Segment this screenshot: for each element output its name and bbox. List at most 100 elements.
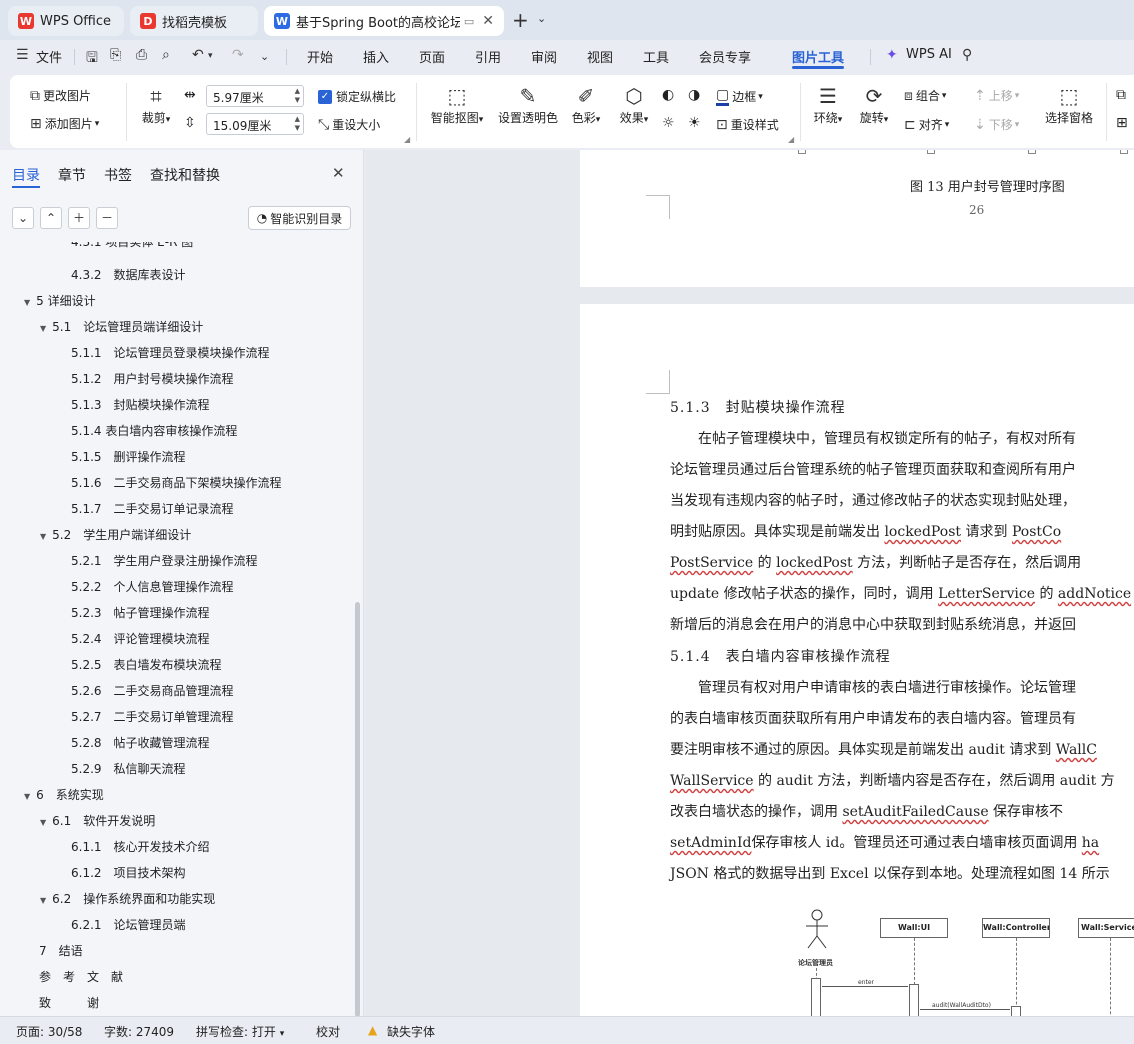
- toc-item[interactable]: 7 结语: [39, 942, 83, 959]
- align-button[interactable]: ⊏ 对齐 ▾: [904, 116, 949, 133]
- toc-item[interactable]: ▼ 5 详细设计: [24, 292, 96, 309]
- export-icon[interactable]: ⎘: [110, 47, 121, 63]
- crop-button[interactable]: ⌗ 裁剪▾: [136, 83, 176, 126]
- menu-review[interactable]: 审阅: [531, 47, 557, 66]
- pane-scrollbar[interactable]: [355, 602, 360, 1017]
- expand-down-button[interactable]: ⌄: [12, 207, 34, 229]
- toc-item-clipped[interactable]: 4.3.1 项目实体 E-R 图: [71, 242, 193, 250]
- status-page[interactable]: 页面: 30/58: [16, 1023, 82, 1040]
- undo-icon[interactable]: ↶: [192, 47, 204, 63]
- hamburger-icon[interactable]: ☰: [16, 47, 29, 63]
- selection-pane-button[interactable]: ⬚ 选择窗格: [1042, 83, 1096, 126]
- reset-style-button[interactable]: ⊡ 重设样式: [716, 116, 779, 133]
- menu-insert[interactable]: 插入: [363, 47, 389, 66]
- toc-item[interactable]: 5.1.1 论坛管理员登录模块操作流程: [71, 344, 270, 361]
- menu-file[interactable]: 文件: [36, 47, 62, 66]
- menu-references[interactable]: 引用: [475, 47, 501, 66]
- add-level-button[interactable]: ＋: [68, 207, 90, 229]
- toc-item[interactable]: 5.1.4 表白墙内容审核操作流程: [71, 422, 237, 439]
- add-picture-button[interactable]: ⊞ 添加图片 ▾: [30, 115, 99, 132]
- toc-item[interactable]: 4.3.2 数据库表设计: [71, 266, 186, 283]
- expand-caret-icon[interactable]: ▼: [24, 792, 30, 801]
- menu-page[interactable]: 页面: [419, 47, 445, 66]
- status-missing-font[interactable]: 缺失字体: [387, 1023, 435, 1040]
- contrast-up-icon[interactable]: ◑: [688, 87, 700, 103]
- expand-caret-icon[interactable]: ▼: [40, 532, 46, 541]
- spinner-arrows-icon[interactable]: ▲ ▼: [295, 87, 300, 105]
- toc-item[interactable]: 6.1.1 核心开发技术介绍: [71, 838, 210, 855]
- dialog-launcher-icon[interactable]: ◢: [404, 135, 410, 144]
- tab-document[interactable]: W 基于Spring Boot的高校论坛系统 ▭ ✕: [264, 6, 504, 36]
- status-spellcheck[interactable]: 拼写检查: 打开 ▾: [196, 1023, 284, 1040]
- picture-more-icon[interactable]: ⧉: [1116, 87, 1126, 103]
- wrap-button[interactable]: ☰ 环绕▾: [808, 83, 848, 126]
- tab-wps-office[interactable]: W WPS Office: [8, 6, 124, 36]
- toc-item[interactable]: 参 考 文 献: [39, 968, 123, 985]
- contrast-down-icon[interactable]: ☀: [688, 115, 701, 131]
- move-up-button[interactable]: ⇡ 上移 ▾: [974, 87, 1019, 104]
- toc-item[interactable]: 5.1.7 二手交易订单记录流程: [71, 500, 234, 517]
- toc-item[interactable]: 5.2.1 学生用户登录注册操作流程: [71, 552, 258, 569]
- change-picture-button[interactable]: ⧉ 更改图片: [30, 87, 91, 104]
- toc-item[interactable]: 5.1.5 删评操作流程: [71, 448, 186, 465]
- toc-item[interactable]: ▼ 6.1 软件开发说明: [40, 812, 155, 829]
- window-icon[interactable]: ▭: [464, 15, 474, 28]
- expand-caret-icon[interactable]: ▼: [40, 896, 46, 905]
- toc-item[interactable]: 6.2.1 论坛管理员端: [71, 916, 186, 933]
- expand-caret-icon[interactable]: ▼: [40, 818, 46, 827]
- expand-caret-icon[interactable]: ▼: [40, 324, 46, 333]
- toc-item[interactable]: 5.2.5 表白墙发布模块流程: [71, 656, 222, 673]
- status-word-count[interactable]: 字数: 27409: [104, 1023, 174, 1040]
- collapse-up-button[interactable]: ⌃: [40, 207, 62, 229]
- print-icon[interactable]: ⎙: [136, 47, 147, 63]
- toc-item[interactable]: 5.2.6 二手交易商品管理流程: [71, 682, 234, 699]
- brightness-up-icon[interactable]: ◐: [662, 87, 674, 103]
- toc-item[interactable]: ▼ 6.2 操作系统界面和功能实现: [40, 890, 215, 907]
- smart-toc-button[interactable]: ◔ 智能识别目录: [248, 206, 351, 230]
- spinner-arrows-icon[interactable]: ▲ ▼: [295, 115, 300, 133]
- toc-item[interactable]: 5.1.6 二手交易商品下架模块操作流程: [71, 474, 282, 491]
- color-button[interactable]: ✐ 色彩▾: [566, 83, 606, 126]
- set-transparent-button[interactable]: ✎ 设置透明色: [496, 83, 560, 126]
- move-down-button[interactable]: ⇣ 下移 ▾: [974, 116, 1019, 133]
- toc-item[interactable]: ▼ 5.2 学生用户端详细设计: [40, 526, 191, 543]
- toc-item[interactable]: 5.2.2 个人信息管理操作流程: [71, 578, 234, 595]
- dialog-launcher-icon[interactable]: ◢: [788, 135, 794, 144]
- width-input[interactable]: 5.97厘米 ▲ ▼: [206, 85, 304, 107]
- brightness-down-icon[interactable]: ☼: [662, 115, 675, 131]
- border-button[interactable]: ▢ 边框 ▾: [716, 87, 763, 106]
- toc-item[interactable]: 5.2.3 帖子管理操作流程: [71, 604, 210, 621]
- menu-home[interactable]: 开始: [307, 47, 333, 66]
- tab-daoke-templates[interactable]: D 找稻壳模板: [130, 6, 258, 36]
- menu-picture-tools[interactable]: 图片工具: [792, 47, 844, 66]
- close-tab-icon[interactable]: ✕: [482, 13, 494, 29]
- menu-tools[interactable]: 工具: [643, 47, 669, 66]
- wps-ai-icon[interactable]: ✦: [886, 47, 898, 63]
- height-input[interactable]: 15.09厘米 ▲ ▼: [206, 113, 304, 135]
- chevron-down-icon[interactable]: ⌄: [537, 12, 546, 25]
- toc-item[interactable]: 5.1.3 封贴模块操作流程: [71, 396, 210, 413]
- reset-size-button[interactable]: ⤡ 重设大小: [318, 116, 380, 133]
- search-icon[interactable]: ⚲: [962, 47, 972, 63]
- toc-item[interactable]: 5.2.8 帖子收藏管理流程: [71, 734, 210, 751]
- tab-toc[interactable]: 目录: [12, 165, 40, 185]
- group-button[interactable]: ⧈ 组合 ▾: [904, 87, 946, 104]
- menu-member[interactable]: 会员专享: [699, 47, 751, 66]
- undo-dropdown-icon[interactable]: ▾: [208, 51, 213, 61]
- menu-view[interactable]: 视图: [587, 47, 613, 66]
- tab-bookmarks[interactable]: 书签: [104, 165, 132, 185]
- close-pane-icon[interactable]: ✕: [332, 164, 345, 182]
- save-icon[interactable]: 🖫: [86, 47, 98, 71]
- remove-level-button[interactable]: －: [96, 207, 118, 229]
- expand-caret-icon[interactable]: ▼: [24, 298, 30, 307]
- toc-item[interactable]: 5.1.2 用户封号模块操作流程: [71, 370, 234, 387]
- effects-button[interactable]: ⬡ 效果▾: [614, 83, 654, 126]
- toc-item[interactable]: ▼ 6 系统实现: [24, 786, 104, 803]
- toc-item[interactable]: ▼ 5.1 论坛管理员端详细设计: [40, 318, 203, 335]
- lock-ratio-checkbox[interactable]: ✓ 锁定纵横比: [318, 88, 396, 105]
- rotate-button[interactable]: ⟳ 旋转▾: [854, 83, 894, 126]
- smart-cutout-button[interactable]: ⬚ 智能抠图▾: [426, 83, 488, 126]
- new-tab-icon[interactable]: +: [512, 8, 529, 32]
- tab-find-replace[interactable]: 查找和替换: [150, 165, 220, 185]
- more-chevron-icon[interactable]: ⌄: [260, 50, 269, 63]
